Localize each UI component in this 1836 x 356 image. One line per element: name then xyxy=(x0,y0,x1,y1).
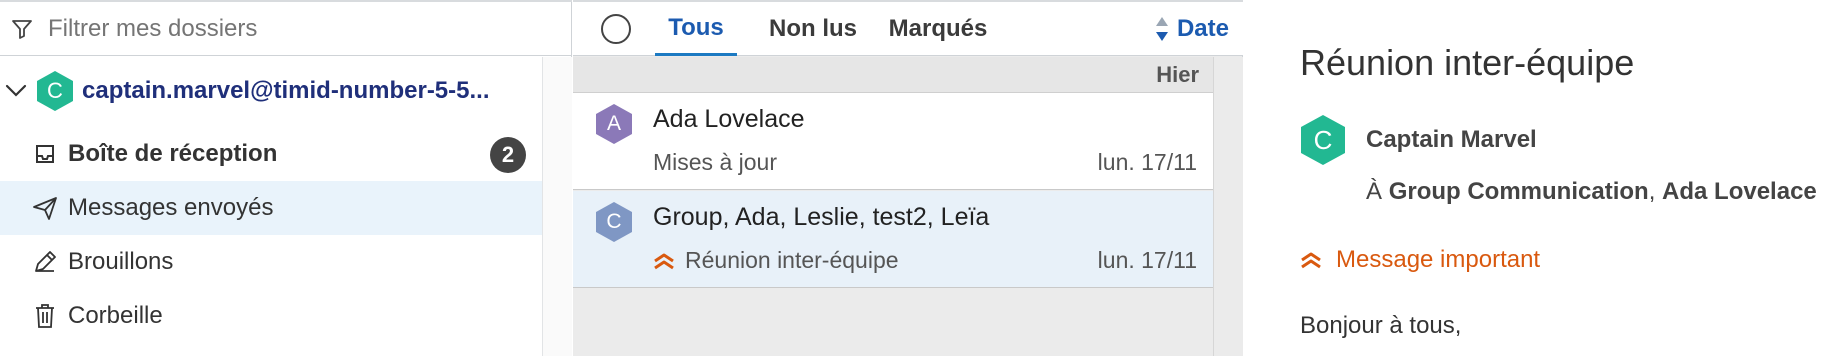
high-priority-icon xyxy=(654,253,674,269)
folder-pane: C captain.marvel@timid-number-5-5... Boî… xyxy=(0,0,572,356)
filter-funnel-icon xyxy=(8,15,36,43)
sender-avatar: C xyxy=(595,201,633,243)
message-subject-text: Mises à jour xyxy=(653,149,777,175)
high-priority-icon xyxy=(1301,252,1321,269)
sidebar-item-sent[interactable]: Messages envoyés xyxy=(0,181,542,235)
sender-avatar-initial: C xyxy=(606,210,622,233)
chevron-down-icon[interactable] xyxy=(4,79,28,103)
message-subject: Mises à jour xyxy=(653,149,777,176)
account-avatar: C xyxy=(36,70,74,112)
account-row[interactable]: C captain.marvel@timid-number-5-5... xyxy=(0,67,542,115)
message-list-pane: Tous Non lus Marqués Date Hier A Ada Lov… xyxy=(573,0,1243,356)
message-date: lun. 17/11 xyxy=(1097,247,1197,273)
from-avatar-initial: C xyxy=(1313,124,1333,155)
sidebar-item-label: Corbeille xyxy=(68,302,163,329)
message-row[interactable]: A Ada Lovelace Mises à jour lun. 17/11 xyxy=(573,93,1213,190)
account-avatar-initial: C xyxy=(47,78,63,103)
recipient-ada-lovelace[interactable]: Ada Lovelace xyxy=(1662,178,1817,205)
message-row-selected[interactable]: C Group, Ada, Leslie, test2, Leïa Réunio… xyxy=(573,191,1213,288)
select-all-checkbox[interactable] xyxy=(601,14,631,44)
inbox-icon xyxy=(30,139,60,169)
folder-tree: C captain.marvel@timid-number-5-5... Boî… xyxy=(0,57,542,356)
message-date: lun. 17/11 xyxy=(1097,149,1197,175)
message-subject-text: Réunion inter-équipe xyxy=(685,247,899,273)
important-label: Message important xyxy=(1336,246,1541,273)
sender-avatar-initial: A xyxy=(606,112,621,135)
pencil-icon xyxy=(30,247,60,277)
sort-label: Date xyxy=(1176,15,1229,42)
sidebar-item-inbox[interactable]: Boîte de réception 2 xyxy=(0,127,542,181)
recipients-separator: , xyxy=(1648,178,1663,205)
message-list-scrollbar[interactable] xyxy=(1213,57,1243,356)
paper-plane-icon xyxy=(30,193,60,223)
from-avatar: C xyxy=(1300,114,1346,166)
trash-icon xyxy=(30,301,60,331)
recipients-line: À Group Communication, Ada Lovelace xyxy=(1366,178,1817,206)
from-name[interactable]: Captain Marvel xyxy=(1366,126,1537,154)
sidebar-item-label: Brouillons xyxy=(68,248,174,275)
sender-avatar: A xyxy=(595,103,633,145)
message-title: Réunion inter-équipe xyxy=(1300,42,1635,83)
message-body: Bonjour à tous, xyxy=(1300,312,1462,339)
folder-scrollbar[interactable] xyxy=(542,57,572,356)
message-sender: Group, Ada, Leslie, test2, Leïa xyxy=(653,203,990,231)
sidebar-item-drafts[interactable]: Brouillons xyxy=(0,235,542,289)
message-list-toolbar: Tous Non lus Marqués Date xyxy=(573,0,1243,56)
folder-filter-bar xyxy=(0,0,572,56)
recipient-group-communication[interactable]: Group Communication xyxy=(1389,178,1649,205)
sort-arrows-icon xyxy=(1155,17,1168,41)
sidebar-item-label: Messages envoyés xyxy=(68,194,274,221)
folder-filter-input[interactable] xyxy=(48,14,528,43)
recipients-prefix: À xyxy=(1366,178,1383,205)
sort-by-date-button[interactable]: Date xyxy=(1155,2,1229,56)
date-group-header: Hier xyxy=(573,57,1213,93)
tab-flagged[interactable]: Marqués xyxy=(873,2,1003,56)
message-list: Hier A Ada Lovelace Mises à jour lun. 17… xyxy=(573,57,1213,356)
unread-count-badge: 2 xyxy=(490,137,526,173)
date-group-label: Hier xyxy=(1156,62,1199,87)
sidebar-item-label: Boîte de réception xyxy=(68,140,278,167)
message-subject: Réunion inter-équipe xyxy=(653,247,899,274)
tab-all[interactable]: Tous xyxy=(655,2,737,56)
sidebar-item-trash[interactable]: Corbeille xyxy=(0,289,542,343)
important-message-flag: Message important xyxy=(1300,246,1540,274)
account-name: captain.marvel@timid-number-5-5... xyxy=(82,77,490,104)
reading-pane: Réunion inter-équipe C Captain Marvel À … xyxy=(1244,0,1836,356)
message-sender: Ada Lovelace xyxy=(653,105,805,133)
tab-unread[interactable]: Non lus xyxy=(751,2,875,56)
